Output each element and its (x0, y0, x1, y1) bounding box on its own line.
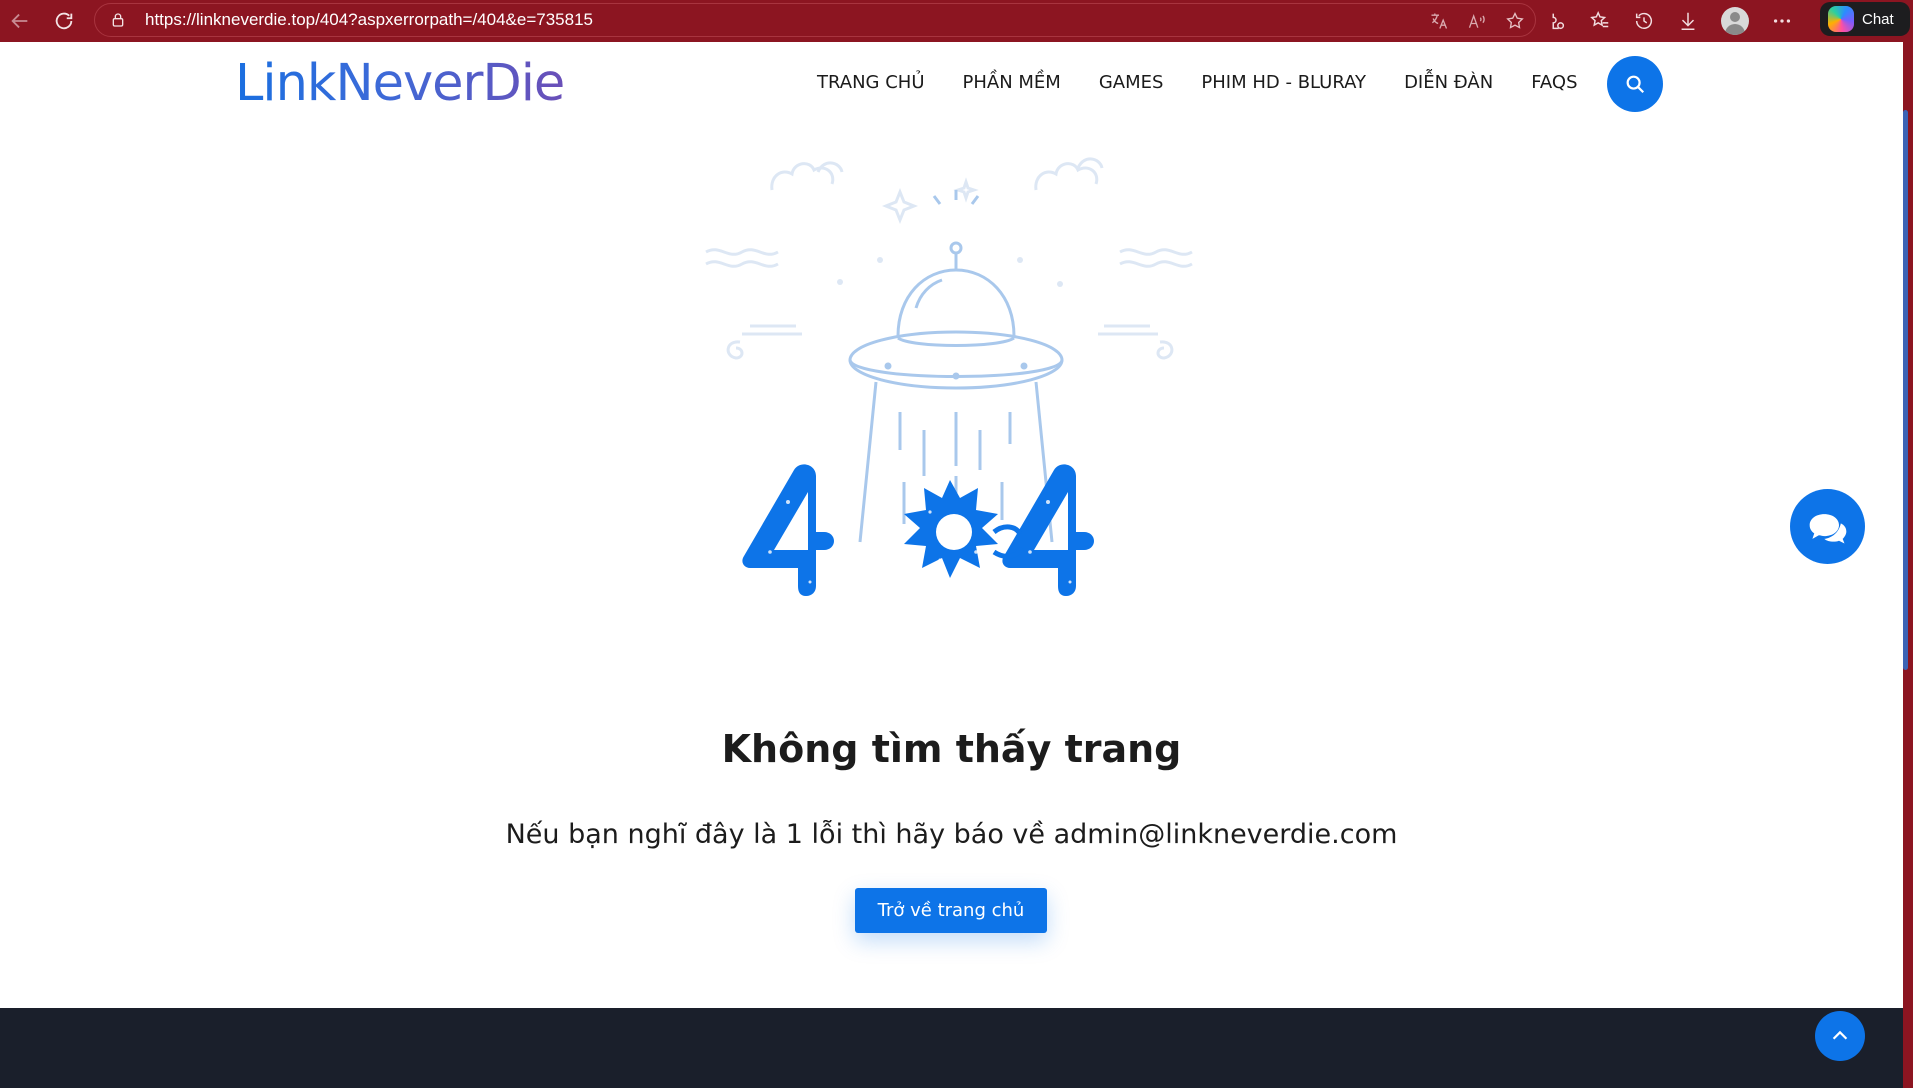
browser-toolbar-right (1545, 0, 1793, 42)
more-icon[interactable] (1771, 10, 1793, 32)
back-to-top-button[interactable] (1815, 1011, 1865, 1061)
chat-bubbles-icon (1809, 513, 1846, 543)
web-page: LinkNeverDie TRANG CHỦ PHẦN MỀM GAMES PH… (0, 42, 1903, 1088)
chevron-up-icon (1832, 1030, 1848, 1040)
background-dots (837, 257, 1063, 287)
refresh-button[interactable] (46, 3, 82, 39)
history-icon[interactable] (1633, 10, 1655, 32)
search-icon (1626, 75, 1645, 94)
404-ring-hole (936, 514, 972, 550)
chat-label: Chat (1862, 10, 1894, 28)
chat-fab-button[interactable] (1790, 489, 1865, 564)
nav-item-phan-mem[interactable]: PHẦN MỀM (963, 72, 1061, 93)
lock-icon[interactable] (103, 12, 133, 28)
favorites-icon[interactable] (1589, 10, 1611, 32)
copilot-icon (1828, 6, 1854, 32)
nav-item-faqs[interactable]: FAQS (1531, 72, 1577, 93)
error-title: Không tìm thấy trang (721, 727, 1182, 772)
favorite-star-icon[interactable] (1505, 11, 1525, 31)
back-home-button[interactable]: Trở về trang chủ (855, 888, 1047, 933)
back-button[interactable] (2, 3, 38, 39)
nav-item-trang-chu[interactable]: TRANG CHỦ (817, 72, 925, 93)
site-footer (0, 1008, 1903, 1088)
extensions-icon[interactable] (1545, 10, 1567, 32)
copilot-chat-button[interactable]: Chat (1820, 2, 1910, 36)
site-logo[interactable]: LinkNeverDie (235, 54, 565, 113)
error-message: Nếu bạn nghĩ đây là 1 lỗi thì hãy báo về… (505, 819, 1398, 850)
nav-item-dien-dan[interactable]: DIỄN ĐÀN (1404, 72, 1493, 93)
browser-toolbar: https://linkneverdie.top/404?aspxerrorpa… (0, 0, 1913, 42)
nav-item-phim-hd-bluray[interactable]: PHIM HD - BLURAY (1201, 72, 1366, 93)
ufo-404-illustration (705, 157, 1193, 596)
nav-item-games[interactable]: GAMES (1099, 72, 1164, 93)
read-aloud-icon[interactable] (1467, 11, 1487, 31)
url-text[interactable]: https://linkneverdie.top/404?aspxerrorpa… (145, 10, 593, 30)
main-nav: TRANG CHỦ PHẦN MỀM GAMES PHIM HD - BLURA… (817, 72, 1578, 93)
profile-icon[interactable] (1721, 7, 1749, 35)
background-clouds (705, 157, 1193, 360)
ufo-ship (848, 190, 1064, 390)
translate-icon[interactable] (1429, 11, 1449, 31)
scrollbar-thumb[interactable] (1903, 110, 1908, 670)
back-icon (11, 13, 28, 29)
error-404-glyph (742, 464, 1094, 596)
search-button[interactable] (1607, 56, 1663, 112)
refresh-icon (55, 12, 73, 30)
address-bar-actions (1429, 4, 1525, 38)
address-bar[interactable]: https://linkneverdie.top/404?aspxerrorpa… (94, 3, 1536, 37)
ufo-lights (884, 362, 1028, 380)
download-icon[interactable] (1677, 10, 1699, 32)
